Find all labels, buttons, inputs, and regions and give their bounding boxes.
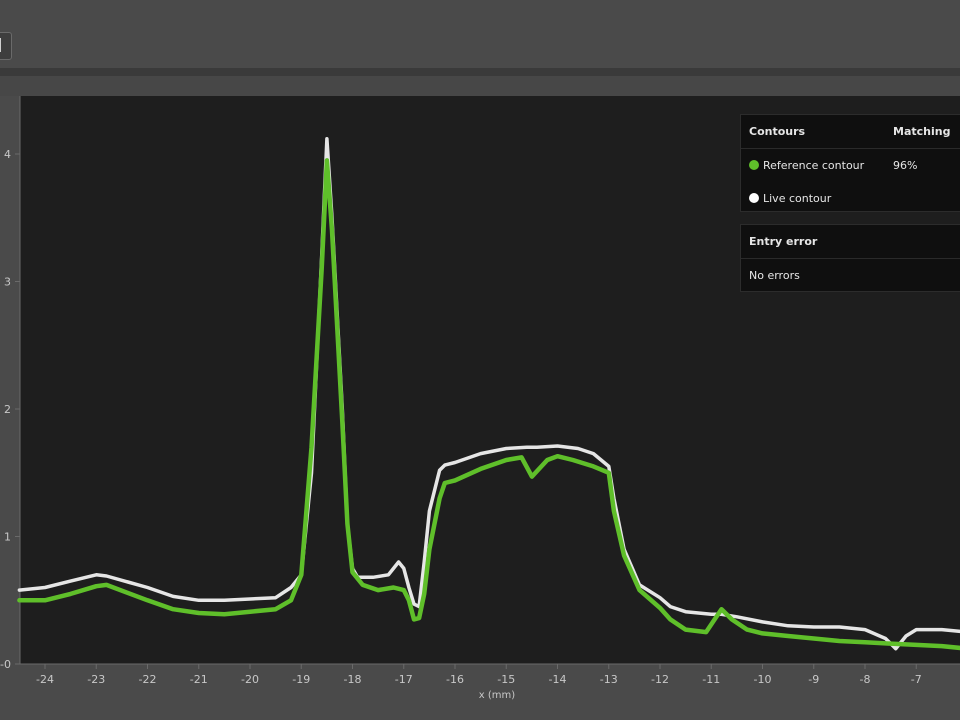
y-tick-label: -0 bbox=[0, 658, 11, 671]
y-tick-label: 1 bbox=[4, 531, 11, 544]
x-tick-label: -15 bbox=[497, 673, 515, 686]
x-tick-label: -23 bbox=[87, 673, 105, 686]
x-tick-label: -8 bbox=[860, 673, 871, 686]
green-dot-icon bbox=[749, 160, 759, 170]
x-tick-label: -11 bbox=[702, 673, 720, 686]
reference-contour-row[interactable]: Reference contour 96% bbox=[741, 149, 960, 182]
contours-header-row: Contours Matching bbox=[741, 115, 960, 149]
x-tick-label: -17 bbox=[395, 673, 413, 686]
x-tick-label: -14 bbox=[549, 673, 567, 686]
panel-toggle-icon bbox=[0, 38, 1, 52]
toolbar bbox=[0, 0, 960, 68]
x-tick-label: -22 bbox=[139, 673, 157, 686]
entry-error-row: No errors bbox=[741, 259, 960, 292]
entry-error-header: Entry error bbox=[749, 235, 818, 248]
toolbar-button[interactable] bbox=[0, 32, 12, 60]
entry-error-value: No errors bbox=[749, 269, 800, 282]
matching-header: Matching bbox=[893, 125, 951, 138]
reference-contour-label: Reference contour bbox=[763, 159, 865, 172]
contours-panel: Contours Matching Reference contour 96% … bbox=[740, 114, 960, 212]
x-tick-label: -24 bbox=[36, 673, 54, 686]
contours-header: Contours bbox=[749, 125, 806, 138]
y-tick-label: 4 bbox=[4, 148, 11, 161]
entry-error-header-row: Entry error bbox=[741, 225, 960, 259]
y-tick-label: 3 bbox=[4, 276, 11, 289]
chart-header-band bbox=[0, 76, 960, 96]
x-axis-title: x (mm) bbox=[479, 690, 515, 701]
x-tick-label: -20 bbox=[241, 673, 259, 686]
white-dot-icon bbox=[749, 193, 759, 203]
live-contour-label: Live contour bbox=[763, 192, 832, 205]
x-tick-label: -7 bbox=[911, 673, 922, 686]
x-tick-label: -13 bbox=[600, 673, 618, 686]
x-tick-label: -12 bbox=[651, 673, 669, 686]
entry-error-panel: Entry error No errors bbox=[740, 224, 960, 292]
toolbar-divider bbox=[0, 68, 960, 76]
reference-match-value: 96% bbox=[893, 159, 918, 172]
x-tick-label: -18 bbox=[344, 673, 362, 686]
x-tick-label: -9 bbox=[808, 673, 819, 686]
x-ticks: -24 -23 -22 -21 -20 -19 -18 -17 -16 -15 -14 -13 -12 -… bbox=[36, 664, 922, 686]
x-tick-label: -16 bbox=[446, 673, 464, 686]
x-tick-label: -21 bbox=[190, 673, 208, 686]
x-tick-label: -19 bbox=[292, 673, 310, 686]
x-tick-label: -10 bbox=[754, 673, 772, 686]
live-contour-row[interactable]: Live contour bbox=[741, 182, 960, 215]
y-tick-label: 2 bbox=[4, 403, 11, 416]
y-ticks: -0 1 2 3 4 bbox=[0, 148, 20, 671]
